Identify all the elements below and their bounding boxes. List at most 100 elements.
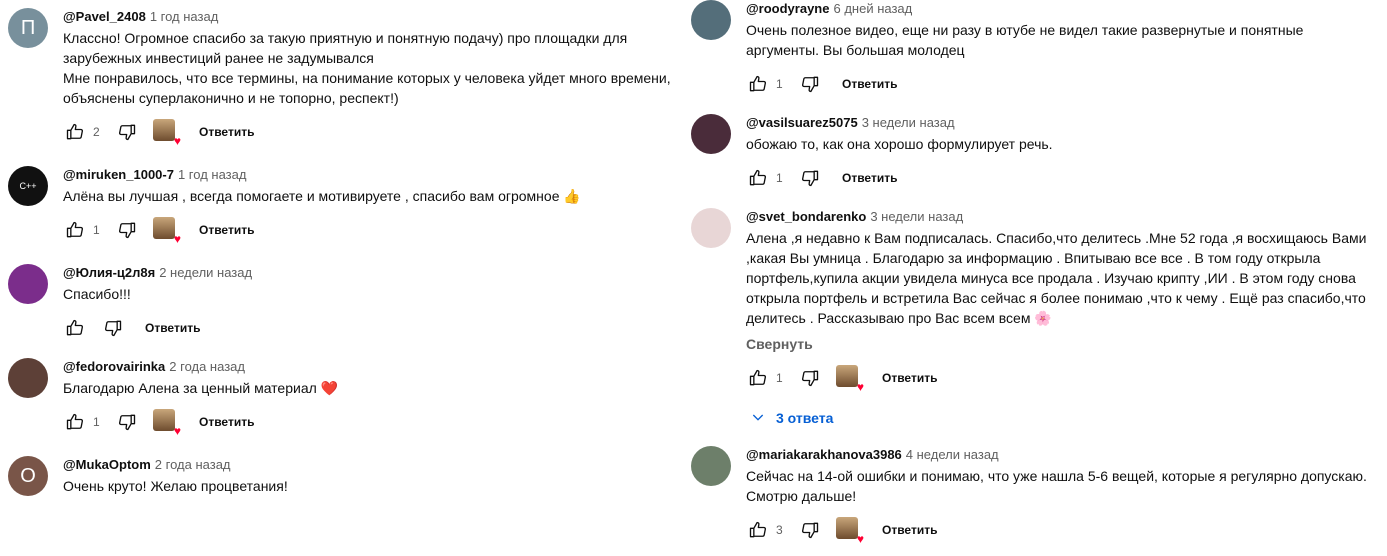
dislike-icon[interactable] bbox=[798, 166, 822, 190]
emoji: ❤️ bbox=[320, 380, 339, 396]
avatar[interactable] bbox=[8, 264, 48, 304]
avatar[interactable] bbox=[691, 114, 731, 154]
comment-text: Очень круто! Желаю процветания! bbox=[63, 476, 690, 496]
comment-text-line: портфель,купила акции увидела минуса все… bbox=[746, 268, 1387, 288]
author-name[interactable]: @MukaOptom bbox=[63, 457, 151, 472]
comment-text-span: Алена ,я недавно к Вам подписалась. Спас… bbox=[746, 230, 1367, 246]
like-count: 2 bbox=[93, 125, 100, 139]
heart-icon: ♥ bbox=[856, 532, 864, 546]
comment-body: @fedorovairinka 2 года назад Благодарю Але… bbox=[63, 358, 690, 438]
reply-button[interactable]: Ответить bbox=[882, 523, 937, 537]
author-name[interactable]: @svet_bondarenko bbox=[746, 209, 866, 224]
like-icon[interactable] bbox=[746, 72, 770, 96]
creator-heart: ♥ bbox=[153, 409, 181, 437]
like-icon[interactable] bbox=[63, 218, 87, 242]
heart-icon: ♥ bbox=[173, 134, 181, 148]
collapse-button[interactable]: Свернуть bbox=[746, 334, 1387, 354]
dislike-icon[interactable] bbox=[798, 518, 822, 542]
avatar[interactable]: П bbox=[8, 8, 48, 48]
avatar[interactable]: О bbox=[8, 456, 48, 496]
comment-text-span: Смотрю дальше! bbox=[746, 488, 857, 504]
comment-header: @fedorovairinka 2 года назад bbox=[63, 358, 690, 376]
comment-header: @roodyrayne 6 дней назад bbox=[746, 0, 1387, 18]
comment-text: Алёна вы лучшая , всегда помогаете и мот… bbox=[63, 186, 690, 206]
comment-header: @MukaOptom 2 года назад bbox=[63, 456, 690, 474]
like-icon[interactable] bbox=[63, 410, 87, 434]
reply-button[interactable]: Ответить bbox=[199, 223, 254, 237]
like-icon[interactable] bbox=[746, 366, 770, 390]
comment-text-span: Алёна вы лучшая , всегда помогаете и мот… bbox=[63, 188, 560, 204]
comment-text-span: обожаю то, как она хорошо формулирует ре… bbox=[746, 136, 1053, 152]
author-name[interactable]: @roodyrayne bbox=[746, 1, 829, 16]
comment-header: @svet_bondarenko 3 недели назад bbox=[746, 208, 1387, 226]
like-count: 3 bbox=[776, 523, 783, 537]
comment-text-span: Классно! Огромное спасибо за такую прият… bbox=[63, 30, 628, 46]
comment-text-line: объяснены суперлаконично и не топорно, р… bbox=[63, 88, 690, 108]
like-icon[interactable] bbox=[746, 166, 770, 190]
comment-text-span: Очень круто! Желаю процветания! bbox=[63, 478, 288, 494]
dislike-icon[interactable] bbox=[115, 120, 139, 144]
comment-text-line: Благодарю Алена за ценный материал ❤️ bbox=[63, 378, 690, 398]
view-replies-button[interactable]: 3 ответа bbox=[750, 406, 1387, 430]
avatar[interactable]: C++ bbox=[8, 166, 48, 206]
avatar[interactable] bbox=[691, 0, 731, 40]
comment-text-span: Мне понравилось, что все термины, на пон… bbox=[63, 70, 671, 86]
like-count: 1 bbox=[776, 371, 783, 385]
comment-time[interactable]: 3 недели назад bbox=[870, 209, 963, 224]
reply-button[interactable]: Ответить bbox=[199, 125, 254, 139]
comment-actions: 1 Ответить bbox=[746, 162, 1387, 194]
reply-button[interactable]: Ответить bbox=[199, 415, 254, 429]
creator-heart: ♥ bbox=[153, 217, 181, 245]
comment-text-line: делитесь . Рассказываю про Вас всем всем… bbox=[746, 308, 1387, 328]
comment-header: @Pavel_2408 1 год назад bbox=[63, 8, 690, 26]
comment-text: Классно! Огромное спасибо за такую прият… bbox=[63, 28, 690, 108]
comment-time[interactable]: 2 года назад bbox=[155, 457, 231, 472]
comment-body: @mariakarakhanova3986 4 недели назад Сейча… bbox=[746, 446, 1387, 546]
comment-time[interactable]: 4 недели назад bbox=[906, 447, 999, 462]
emoji: 👍 bbox=[563, 188, 581, 204]
like-icon[interactable] bbox=[63, 120, 87, 144]
comment-text: Сейчас на 14-ой ошибки и понимаю, что уж… bbox=[746, 466, 1387, 506]
avatar[interactable] bbox=[691, 208, 731, 248]
author-name[interactable]: @mariakarakhanova3986 bbox=[746, 447, 902, 462]
author-name[interactable]: @vasilsuarez5075 bbox=[746, 115, 858, 130]
dislike-icon[interactable] bbox=[798, 366, 822, 390]
reply-button[interactable]: Ответить bbox=[882, 371, 937, 385]
comment-time[interactable]: 6 дней назад bbox=[833, 1, 912, 16]
comment-text: Благодарю Алена за ценный материал ❤️ bbox=[63, 378, 690, 398]
creator-heart: ♥ bbox=[153, 119, 181, 148]
reply-button[interactable]: Ответить bbox=[842, 171, 897, 185]
comment-text-span: открыла портфель и встретила Вас сейчас … bbox=[746, 290, 1366, 306]
author-name[interactable]: @miruken_1000-7 bbox=[63, 167, 174, 182]
avatar[interactable] bbox=[691, 446, 731, 486]
author-name[interactable]: @Pavel_2408 bbox=[63, 9, 146, 24]
dislike-icon[interactable] bbox=[115, 410, 139, 434]
comment-time[interactable]: 1 год назад bbox=[150, 9, 218, 24]
dislike-icon[interactable] bbox=[798, 72, 822, 96]
dislike-icon[interactable] bbox=[115, 218, 139, 242]
avatar-letter: C++ bbox=[19, 181, 37, 191]
comment-text-span: Спасибо!!! bbox=[63, 286, 131, 302]
like-icon[interactable] bbox=[63, 316, 87, 340]
creator-avatar bbox=[153, 217, 175, 239]
avatar[interactable] bbox=[8, 358, 48, 398]
reply-button[interactable]: Ответить bbox=[842, 77, 897, 91]
comment-time[interactable]: 2 года назад bbox=[169, 359, 245, 374]
comment-time[interactable]: 2 недели назад bbox=[159, 265, 252, 280]
author-name[interactable]: @fedorovairinka bbox=[63, 359, 165, 374]
comment-body: @Юлия-ц2л8я 2 недели назад Спасибо!!! Ответ… bbox=[63, 264, 690, 344]
author-name[interactable]: @Юлия-ц2л8я bbox=[63, 265, 155, 280]
reply-button[interactable]: Ответить bbox=[145, 321, 200, 335]
like-count: 1 bbox=[93, 415, 100, 429]
dislike-icon[interactable] bbox=[101, 316, 125, 340]
comment-time[interactable]: 1 год назад bbox=[178, 167, 246, 182]
avatar-letter: П bbox=[20, 16, 36, 39]
comment-body: @roodyrayne 6 дней назад Очень полезное ви… bbox=[746, 0, 1387, 100]
comment-text-line: обожаю то, как она хорошо формулирует ре… bbox=[746, 134, 1387, 154]
comment-time[interactable]: 3 недели назад bbox=[862, 115, 955, 130]
comment-actions: 3 ♥ Ответить bbox=[746, 514, 1387, 546]
creator-avatar bbox=[836, 365, 858, 387]
comment-text: Спасибо!!! bbox=[63, 284, 690, 304]
comment-text-span: Благодарю Алена за ценный материал bbox=[63, 380, 317, 396]
like-icon[interactable] bbox=[746, 518, 770, 542]
